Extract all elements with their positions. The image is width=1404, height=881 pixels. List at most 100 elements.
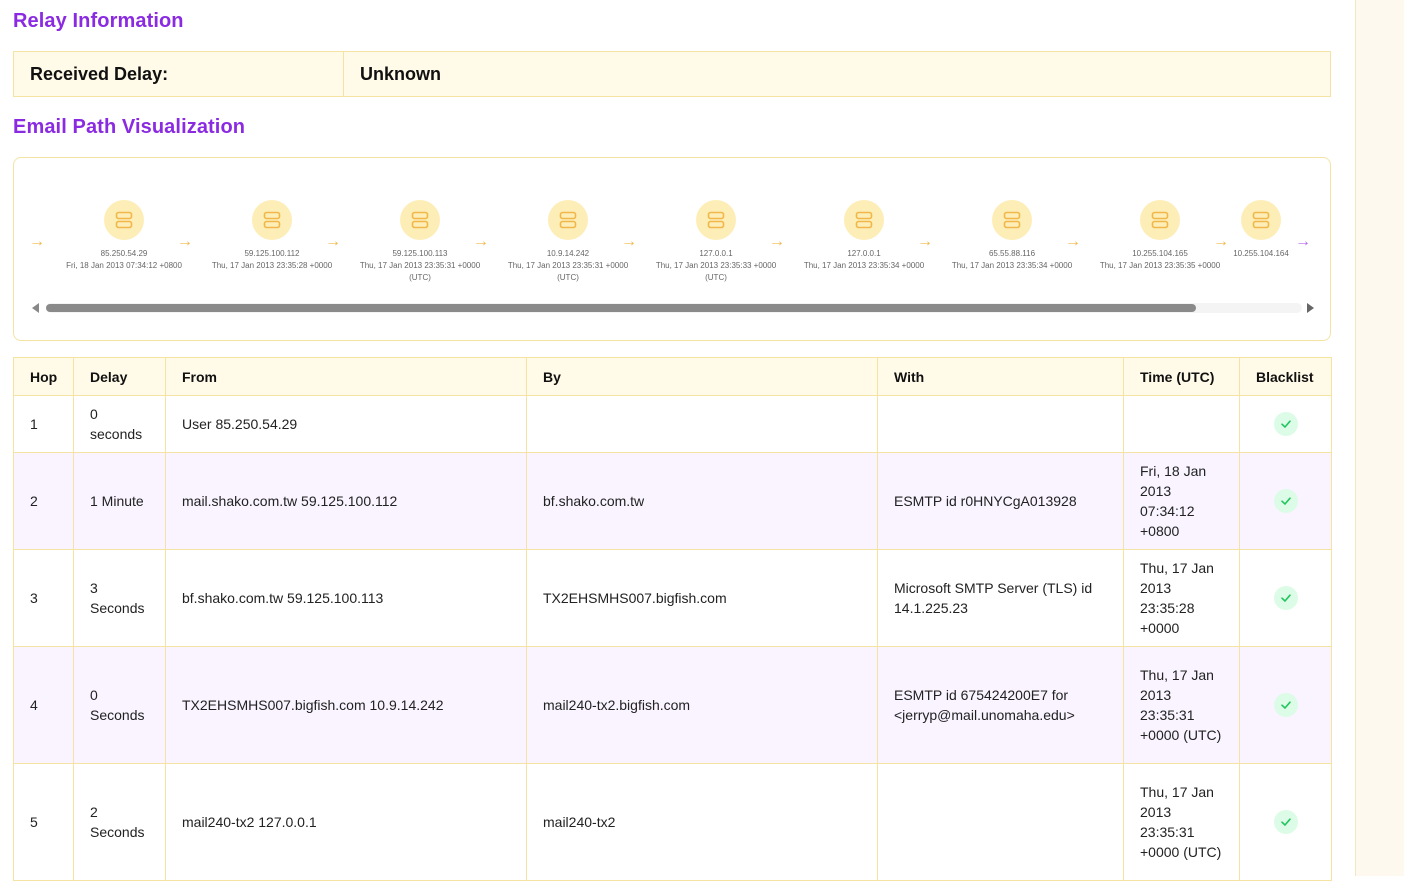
table-row: 21 Minute mail.shako.com.tw 59.125.100.11… bbox=[13, 452, 1332, 550]
relay-information-title: Relay Information bbox=[13, 10, 184, 32]
scrollbar-thumb[interactable] bbox=[46, 304, 1196, 312]
path-node-time: Fri, 18 Jan 2013 07:34:12 +0800 bbox=[66, 261, 182, 270]
header-by: By bbox=[526, 357, 878, 396]
header-from: From bbox=[165, 357, 527, 396]
header-time: Time (UTC) bbox=[1123, 357, 1240, 396]
header-delay: Delay bbox=[73, 357, 166, 396]
check-icon bbox=[1273, 412, 1298, 436]
server-icon bbox=[696, 200, 736, 240]
path-node-ip: 59.125.100.112 bbox=[244, 249, 300, 258]
cell-with: ESMTP id r0HNYCgA013928 bbox=[877, 452, 1124, 550]
cell-delay: 2 Seconds bbox=[73, 763, 166, 881]
path-node-time: Thu, 17 Jan 2013 23:35:28 +0000 bbox=[211, 261, 333, 270]
cell-hop: 5 bbox=[13, 763, 74, 881]
server-icon bbox=[252, 200, 292, 240]
hops-table: Hop Delay From By With Time (UTC) Blackl… bbox=[13, 357, 1332, 881]
path-node-ip: 10.9.14.242 bbox=[546, 249, 590, 258]
email-path-visualization[interactable]: → → → → → → → → → → 85.250.54.29 Fri, 18 Jan 2013 0… bbox=[13, 157, 1331, 341]
check-icon bbox=[1273, 489, 1298, 513]
cell-hop: 2 bbox=[13, 452, 74, 550]
cell-from: mail240-tx2 127.0.0.1 bbox=[165, 763, 527, 881]
path-track: → → → → → → → → → → 85.250.54.29 Fri, 18 Jan 2013 0… bbox=[14, 158, 1330, 298]
path-node-time: Thu, 17 Jan 2013 23:35:31 +0000 (UTC) bbox=[507, 261, 629, 282]
cell-time: Thu, 17 Jan 2013 23:35:31 +0000 (UTC) bbox=[1123, 646, 1240, 764]
server-icon bbox=[992, 200, 1032, 240]
cell-blacklist bbox=[1239, 763, 1332, 881]
cell-delay: 0 seconds bbox=[73, 395, 166, 453]
cell-time: Thu, 17 Jan 2013 23:35:28 +0000 bbox=[1123, 549, 1240, 647]
path-node-ip: 10.255.104.164 bbox=[1233, 249, 1289, 258]
received-delay-value: Unknown bbox=[360, 63, 441, 84]
cell-hop: 4 bbox=[13, 646, 74, 764]
cell-time bbox=[1123, 395, 1240, 453]
check-icon bbox=[1273, 810, 1298, 834]
path-node[interactable]: 10.9.14.242 Thu, 17 Jan 2013 23:35:31 +00… bbox=[498, 200, 638, 284]
table-row: 10 seconds User 85.250.54.29 bbox=[13, 395, 1332, 453]
server-icon bbox=[400, 200, 440, 240]
table-header-row: Hop Delay From By With Time (UTC) Blackl… bbox=[13, 357, 1332, 396]
cell-time: Thu, 17 Jan 2013 23:35:31 +0000 (UTC) bbox=[1123, 763, 1240, 881]
path-node[interactable]: 59.125.100.113 Thu, 17 Jan 2013 23:35:31 … bbox=[350, 200, 490, 284]
path-node[interactable]: 59.125.100.112 Thu, 17 Jan 2013 23:35:28 … bbox=[202, 200, 342, 272]
table-row: 52 Seconds mail240-tx2 127.0.0.1 mail240-t… bbox=[13, 763, 1332, 881]
cell-with: ESMTP id 675424200E7 for <jerryp@mail.un… bbox=[877, 646, 1124, 764]
cell-by: bf.shako.com.tw bbox=[526, 452, 878, 550]
scroll-right-arrow-icon[interactable] bbox=[1307, 303, 1314, 313]
path-node[interactable]: 127.0.0.1 Thu, 17 Jan 2013 23:35:34 +0000 bbox=[794, 200, 934, 272]
cell-hop: 3 bbox=[13, 549, 74, 647]
cell-by: mail240-tx2.bigfish.com bbox=[526, 646, 878, 764]
cell-by: TX2EHSMHS007.bigfish.com bbox=[526, 549, 878, 647]
server-icon bbox=[104, 200, 144, 240]
table-row: 40 Seconds TX2EHSMHS007.bigfish.com 10.9.… bbox=[13, 646, 1332, 764]
scrollbar-track[interactable] bbox=[46, 303, 1302, 313]
relay-info-box: Received Delay: Unknown bbox=[13, 51, 1331, 97]
table-row: 33 Seconds bf.shako.com.tw 59.125.100.113… bbox=[13, 549, 1332, 647]
cell-from: User 85.250.54.29 bbox=[165, 395, 527, 453]
cell-from: mail.shako.com.tw 59.125.100.112 bbox=[165, 452, 527, 550]
cell-blacklist bbox=[1239, 395, 1332, 453]
cell-with bbox=[877, 395, 1124, 453]
check-icon bbox=[1273, 693, 1298, 717]
received-delay-label: Received Delay: bbox=[14, 52, 344, 96]
path-node-time: Thu, 17 Jan 2013 23:35:33 +0000 (UTC) bbox=[655, 261, 777, 282]
cell-blacklist bbox=[1239, 646, 1332, 764]
cell-time: Fri, 18 Jan 2013 07:34:12 +0800 bbox=[1123, 452, 1240, 550]
server-icon bbox=[1241, 200, 1281, 240]
cell-by: mail240-tx2 bbox=[526, 763, 878, 881]
cell-blacklist bbox=[1239, 452, 1332, 550]
cell-from: bf.shako.com.tw 59.125.100.113 bbox=[165, 549, 527, 647]
header-hop: Hop bbox=[13, 357, 74, 396]
right-sidebar bbox=[1355, 0, 1404, 876]
header-blacklist: Blacklist bbox=[1239, 357, 1332, 396]
path-node-ip: 65.55.88.116 bbox=[988, 249, 1036, 258]
cell-from: TX2EHSMHS007.bigfish.com 10.9.14.242 bbox=[165, 646, 527, 764]
server-icon bbox=[1140, 200, 1180, 240]
path-node[interactable]: 10.255.104.164 bbox=[1191, 200, 1330, 260]
horizontal-scrollbar[interactable] bbox=[32, 301, 1314, 315]
path-node-ip: 127.0.0.1 bbox=[699, 249, 733, 258]
path-node-time: Thu, 17 Jan 2013 23:35:35 +0000 bbox=[1099, 261, 1221, 270]
path-arrow-icon: → bbox=[29, 233, 45, 250]
path-node-ip: 127.0.0.1 bbox=[847, 249, 881, 258]
server-icon bbox=[548, 200, 588, 240]
cell-delay: 0 Seconds bbox=[73, 646, 166, 764]
check-icon bbox=[1273, 586, 1298, 610]
path-node-ip: 59.125.100.113 bbox=[392, 249, 448, 258]
cell-blacklist bbox=[1239, 549, 1332, 647]
path-node[interactable]: 127.0.0.1 Thu, 17 Jan 2013 23:35:33 +0000… bbox=[646, 200, 786, 284]
path-node-time: Thu, 17 Jan 2013 23:35:34 +0000 bbox=[951, 261, 1073, 270]
cell-with: Microsoft SMTP Server (TLS) id 14.1.225.… bbox=[877, 549, 1124, 647]
cell-delay: 1 Minute bbox=[73, 452, 166, 550]
cell-by bbox=[526, 395, 878, 453]
cell-delay: 3 Seconds bbox=[73, 549, 166, 647]
scroll-left-arrow-icon[interactable] bbox=[32, 303, 39, 313]
path-node-time: Thu, 17 Jan 2013 23:35:34 +0000 bbox=[803, 261, 925, 270]
path-node[interactable]: 85.250.54.29 Fri, 18 Jan 2013 07:34:12 +0… bbox=[54, 200, 194, 272]
path-node-time: Thu, 17 Jan 2013 23:35:31 +0000 (UTC) bbox=[359, 261, 481, 282]
path-node-ip: 85.250.54.29 bbox=[100, 249, 148, 258]
server-icon bbox=[844, 200, 884, 240]
email-path-title: Email Path Visualization bbox=[13, 116, 246, 138]
cell-with bbox=[877, 763, 1124, 881]
path-node[interactable]: 65.55.88.116 Thu, 17 Jan 2013 23:35:34 +0… bbox=[942, 200, 1082, 272]
cell-hop: 1 bbox=[13, 395, 74, 453]
